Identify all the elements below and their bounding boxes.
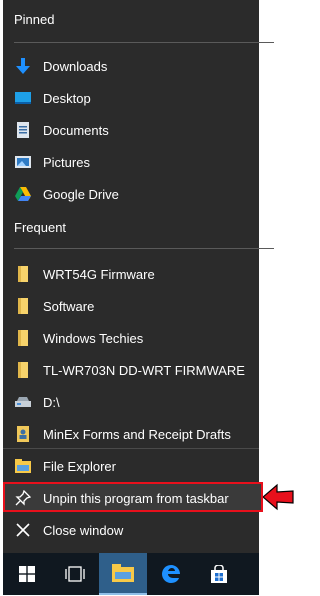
pinned-item-pictures[interactable]: Pictures xyxy=(3,146,259,178)
frequent-item-software[interactable]: Software xyxy=(3,290,259,322)
file-explorer-taskbar-button[interactable] xyxy=(99,553,147,595)
pinned-item-desktop[interactable]: Desktop xyxy=(3,82,259,114)
task-view-icon xyxy=(65,566,85,582)
actions-divider xyxy=(3,448,259,449)
download-arrow-icon xyxy=(15,58,31,74)
file-explorer-icon xyxy=(15,458,31,474)
edge-browser-button[interactable] xyxy=(147,553,195,595)
pinned-item-label: Downloads xyxy=(43,58,108,74)
start-button[interactable] xyxy=(3,553,51,595)
unpin-icon xyxy=(15,490,31,506)
file-explorer-icon xyxy=(112,564,134,582)
pinned-item-label: Desktop xyxy=(43,90,91,106)
close-icon xyxy=(15,522,31,538)
frequent-item-label: Software xyxy=(43,298,95,314)
frequent-item-label: Windows Techies xyxy=(43,330,144,346)
documents-icon xyxy=(15,122,31,138)
desktop-icon xyxy=(15,90,31,106)
frequent-item-d-drive[interactable]: D:\ xyxy=(3,386,259,418)
frequent-item-label: WRT54G Firmware xyxy=(43,266,155,282)
frequent-item-minex-forms[interactable]: MinEx Forms and Receipt Drafts xyxy=(3,418,259,450)
frequent-item-tl-wr703n[interactable]: TL-WR703N DD-WRT FIRMWARE xyxy=(3,354,259,386)
folder-icon xyxy=(15,266,31,282)
unpin-label: Unpin this program from taskbar xyxy=(43,490,229,506)
file-explorer-label: File Explorer xyxy=(43,458,116,474)
pinned-item-downloads[interactable]: Downloads xyxy=(3,50,259,82)
folder-icon xyxy=(15,298,31,314)
jump-list-panel: Pinned Downloads Desktop Documents Pictu… xyxy=(3,0,274,553)
pinned-divider xyxy=(14,42,274,43)
frequent-divider xyxy=(14,248,274,249)
frequent-item-label: D:\ xyxy=(43,394,60,410)
pictures-icon xyxy=(15,154,31,170)
pinned-item-label: Pictures xyxy=(43,154,90,170)
taskbar xyxy=(3,553,259,595)
edge-icon xyxy=(162,565,180,583)
store-button[interactable] xyxy=(195,553,243,595)
windows-logo-icon xyxy=(19,566,35,582)
pinned-item-documents[interactable]: Documents xyxy=(3,114,259,146)
file-explorer-item[interactable]: File Explorer xyxy=(3,450,259,482)
pinned-item-label: Documents xyxy=(43,122,109,138)
close-window-label: Close window xyxy=(43,522,124,538)
pinned-item-label: Google Drive xyxy=(43,186,119,202)
task-view-button[interactable] xyxy=(51,553,99,595)
store-bag-icon xyxy=(211,565,227,583)
red-pointer-arrow-icon xyxy=(263,483,294,511)
frequent-heading: Frequent xyxy=(14,220,67,235)
frequent-item-windows-techies[interactable]: Windows Techies xyxy=(3,322,259,354)
unpin-from-taskbar-item[interactable]: Unpin this program from taskbar xyxy=(3,482,259,514)
user-folder-icon xyxy=(15,426,31,442)
folder-icon xyxy=(15,362,31,378)
close-window-item[interactable]: Close window xyxy=(3,514,259,546)
frequent-item-wrt54g-firmware[interactable]: WRT54G Firmware xyxy=(3,258,259,290)
drive-icon xyxy=(15,394,31,410)
frequent-item-label: TL-WR703N DD-WRT FIRMWARE xyxy=(43,362,245,378)
google-drive-icon xyxy=(15,186,31,202)
frequent-item-label: MinEx Forms and Receipt Drafts xyxy=(43,426,231,442)
folder-icon xyxy=(15,330,31,346)
pinned-item-google-drive[interactable]: Google Drive xyxy=(3,178,259,210)
pinned-heading: Pinned xyxy=(14,12,55,27)
